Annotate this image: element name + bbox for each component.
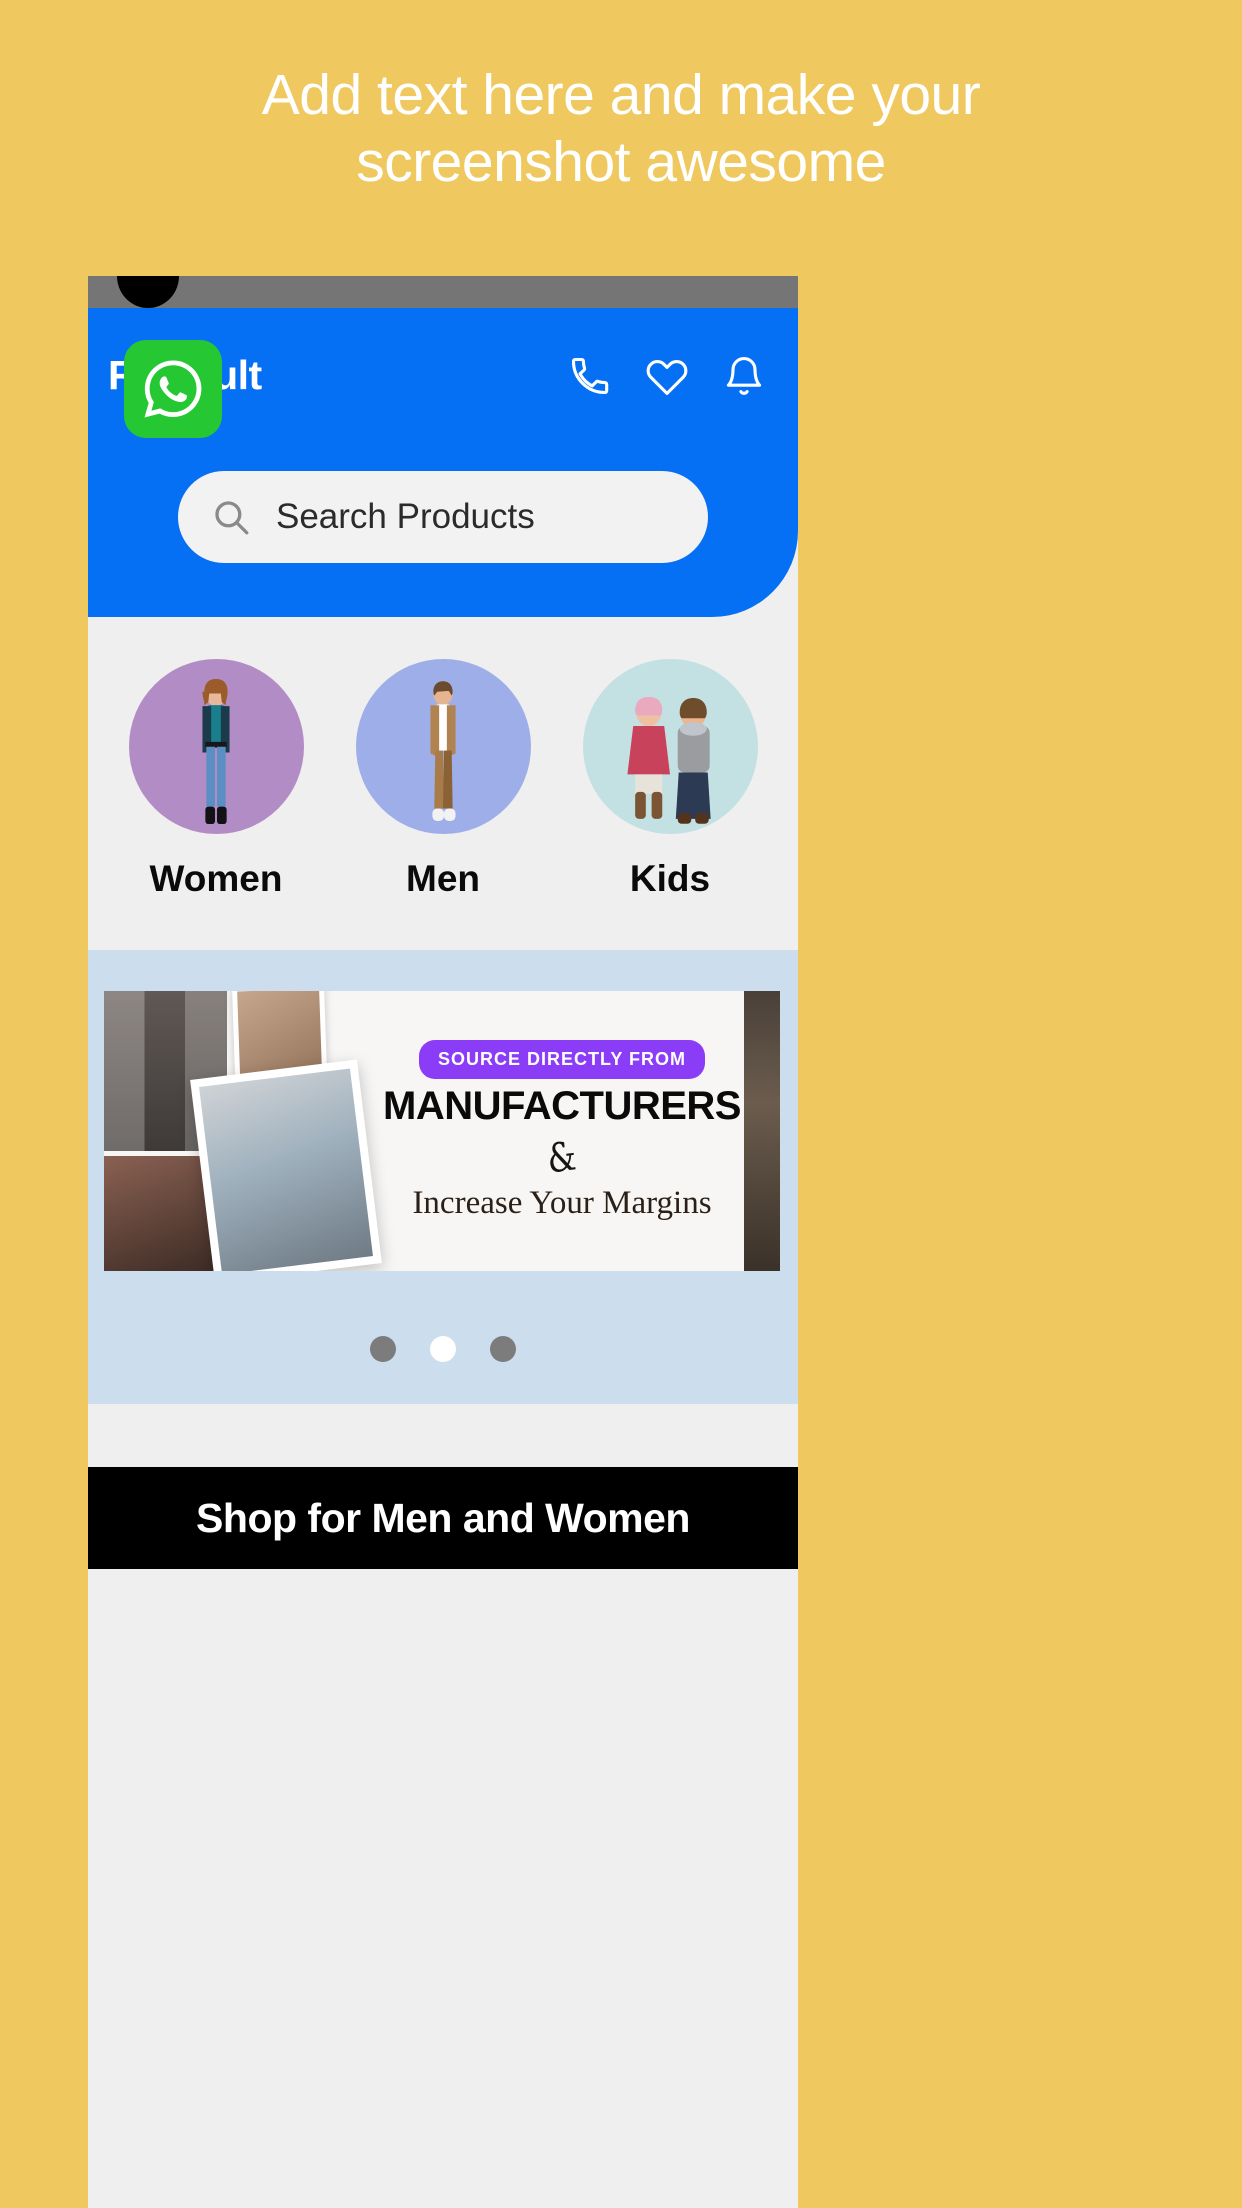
status-bar [88, 276, 798, 308]
carousel-dot-3[interactable] [490, 1336, 516, 1362]
search-container[interactable]: Search Products [178, 471, 708, 563]
banner-badge: SOURCE DIRECTLY FROM [418, 1040, 706, 1079]
man-figure-icon [430, 681, 456, 822]
category-kids-image [582, 659, 758, 834]
search-icon [215, 501, 249, 535]
search-input[interactable]: Search Products [276, 497, 535, 537]
section-bar: Shop for Men and Women [88, 1467, 798, 1569]
promo-line-1: Add text here and make your [261, 63, 981, 127]
content-below-bar [88, 1569, 798, 1633]
carousel-dot-2[interactable] [430, 1336, 456, 1362]
category-row: Women Men Kids [88, 617, 798, 950]
category-women[interactable]: Women [110, 659, 322, 950]
category-men[interactable]: Men [337, 659, 549, 950]
bell-icon[interactable] [722, 353, 766, 399]
banner-headline: MANUFACTURERS [383, 1084, 741, 1128]
camera-notch-icon [117, 276, 179, 308]
banner-subline: Increase Your Margins [412, 1185, 712, 1221]
phone-icon[interactable] [568, 353, 612, 399]
banner-edge-photo [744, 991, 780, 1271]
category-kids[interactable]: Kids [564, 659, 776, 950]
ampersand-flourish-icon: & [545, 1133, 579, 1183]
content-gap [88, 1404, 798, 1467]
promo-headline: Add text here and make your screenshot a… [0, 62, 1242, 197]
search-bar[interactable]: Search Products [178, 471, 708, 563]
woman-figure-icon [202, 679, 230, 825]
category-kids-label: Kids [629, 858, 711, 899]
promo-banner-slide[interactable]: SOURCE DIRECTLY FROM MANUFACTURERS & Inc… [104, 991, 780, 1271]
category-women-image [128, 659, 304, 834]
carousel-dot-1[interactable] [370, 1336, 396, 1362]
banner-text-block: SOURCE DIRECTLY FROM MANUFACTURERS & Inc… [383, 991, 741, 1271]
heart-icon[interactable] [645, 353, 689, 399]
phone-screenshot: Rawcult Search Products [88, 276, 798, 2208]
promo-line-2: screenshot awesome [356, 130, 886, 195]
category-men-label: Men [406, 858, 480, 899]
promo-carousel: SOURCE DIRECTLY FROM MANUFACTURERS & Inc… [88, 950, 798, 1404]
section-bar-title: Shop for Men and Women [196, 1494, 690, 1541]
polaroid-photo-large [190, 1059, 382, 1271]
kids-figure-icon [627, 697, 711, 824]
category-women-label: Women [149, 858, 283, 899]
category-men-image [355, 659, 531, 834]
header-actions [568, 353, 766, 399]
whatsapp-icon [144, 360, 202, 418]
whatsapp-fab[interactable] [124, 340, 222, 438]
carousel-dots [88, 1336, 798, 1362]
